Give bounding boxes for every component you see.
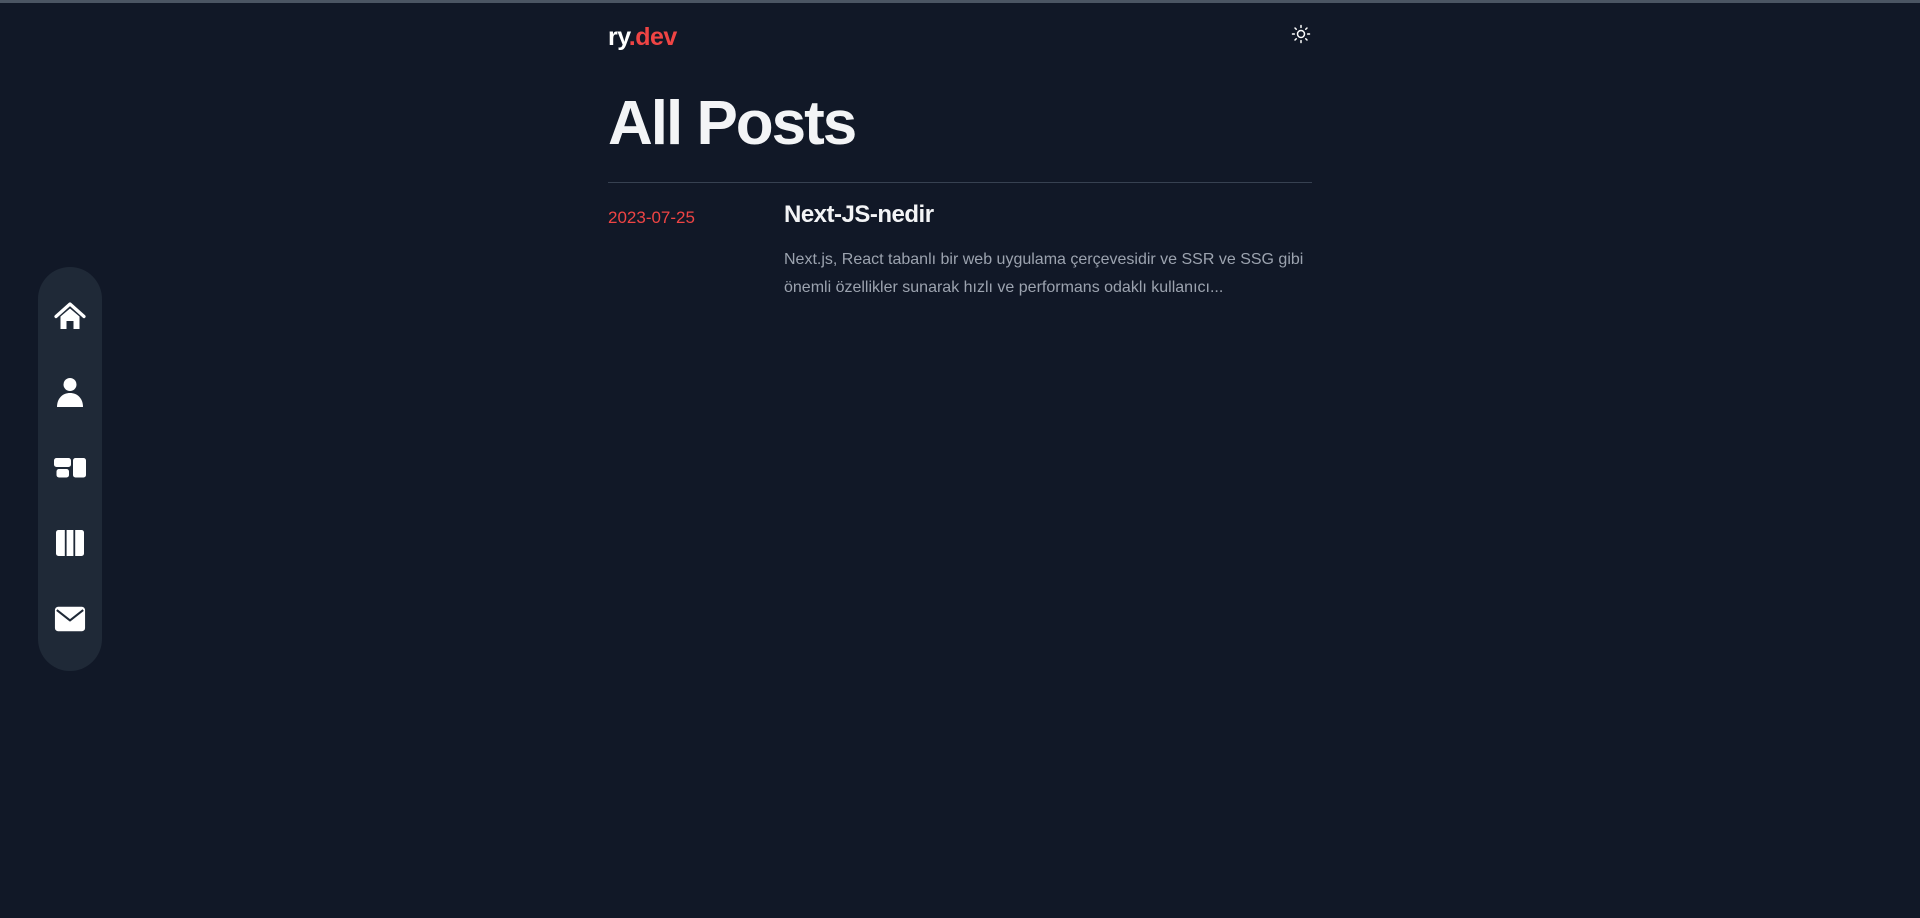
- library-icon: [56, 530, 84, 556]
- dock-item-about[interactable]: [54, 376, 86, 408]
- side-dock: [38, 267, 102, 671]
- page-title: All Posts: [608, 89, 857, 158]
- sun-icon: [1291, 24, 1311, 44]
- title-divider: [608, 182, 1312, 183]
- post-title-link[interactable]: Next-JS-nedir: [784, 198, 1312, 232]
- mail-icon: [54, 606, 86, 632]
- dock-item-home[interactable]: [54, 300, 86, 332]
- logo-prefix: ry: [608, 23, 629, 51]
- site-logo[interactable]: ry.dev: [608, 22, 677, 52]
- dock-item-library[interactable]: [54, 527, 86, 559]
- main-container: ry.dev All Posts 2023-07-25 Next-JS-nedi…: [608, 0, 1312, 296]
- logo-suffix: dev: [635, 23, 677, 51]
- user-icon: [57, 378, 83, 407]
- home-icon: [54, 302, 86, 329]
- post-excerpt: Next.js, React tabanlı bir web uygulama …: [784, 251, 1304, 296]
- theme-toggle-button[interactable]: [1290, 23, 1312, 45]
- post-body: Next-JS-nedir Next.js, React tabanlı bir…: [784, 198, 1312, 302]
- post-date: 2023-07-25: [608, 208, 695, 227]
- projects-icon: [54, 458, 86, 478]
- dock-item-projects[interactable]: [54, 452, 86, 484]
- dock-item-contact[interactable]: [54, 603, 86, 635]
- site-header: ry.dev: [608, 0, 1312, 74]
